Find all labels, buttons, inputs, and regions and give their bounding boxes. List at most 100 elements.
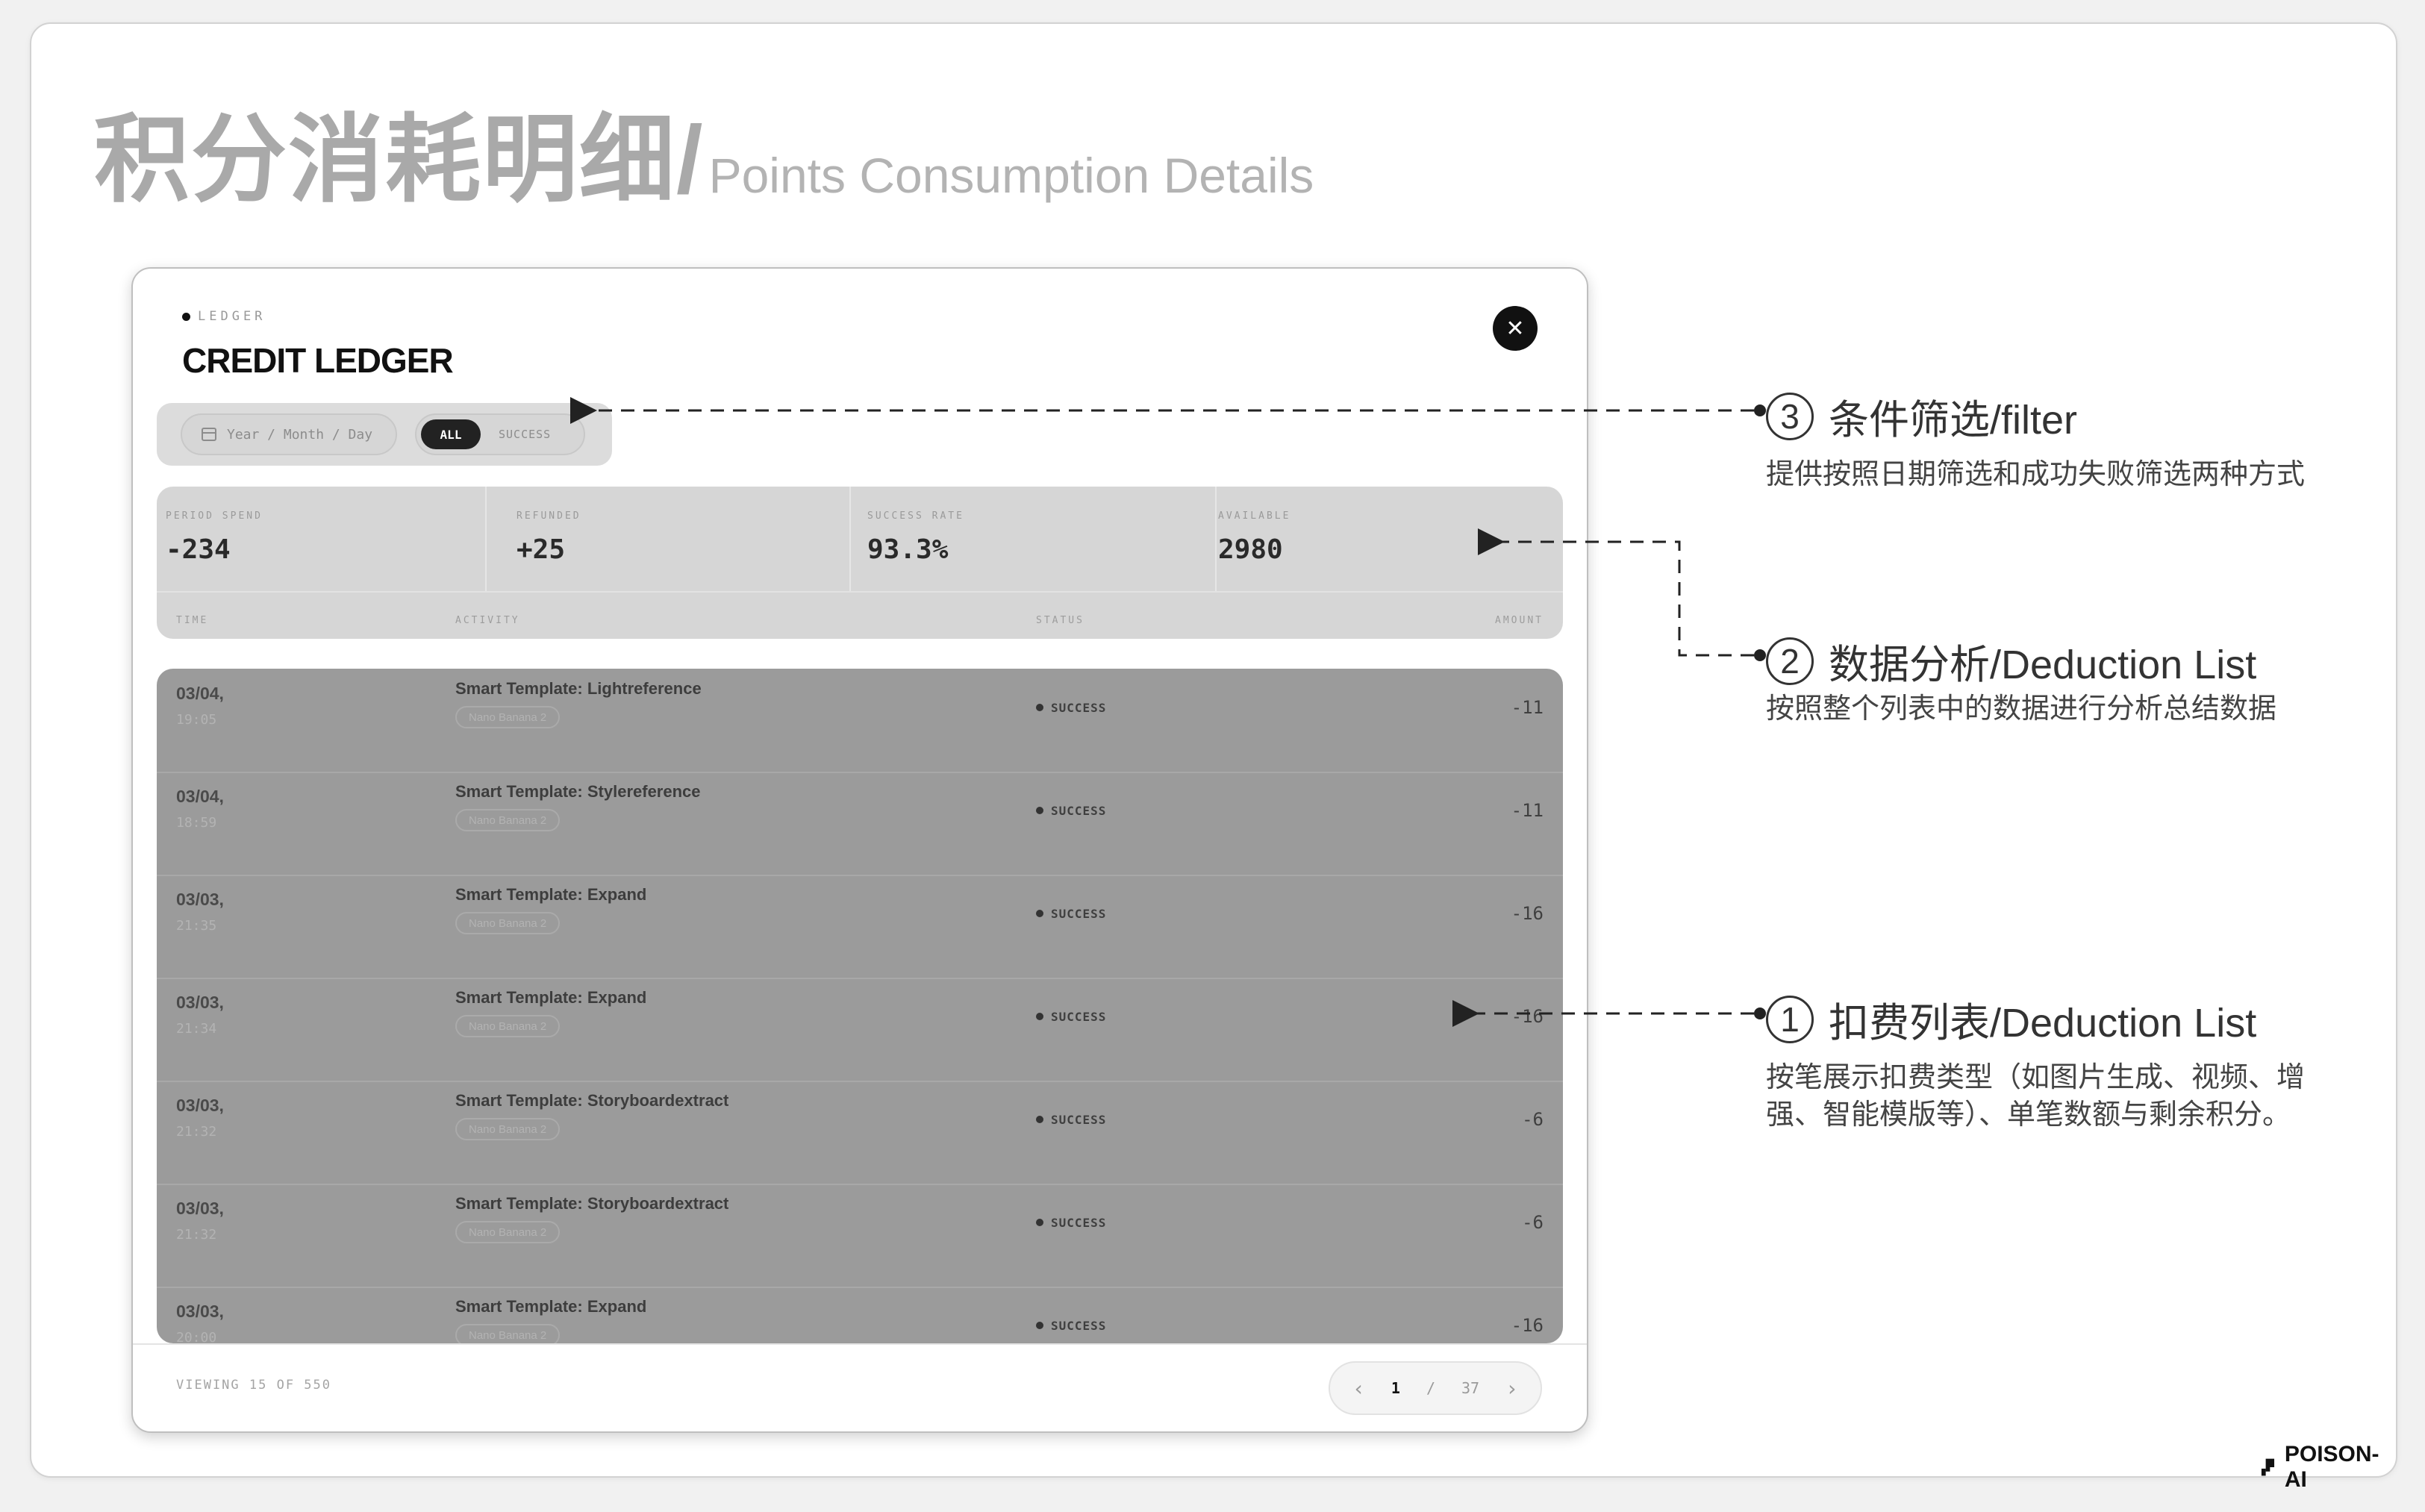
stat-label: AVAILABLE [1218,510,1291,522]
row-amount: -16 [1511,1315,1544,1336]
column-header-status: STATUS [1036,615,1084,626]
stat-value: 93.3% [867,534,949,565]
row-date: 03/04, [176,684,224,703]
row-status-label: SUCCESS [1051,803,1107,818]
row-activity: Smart Template: Expand [455,988,647,1007]
row-time: 21:35 [176,918,217,934]
connector-dot-filter [1754,404,1766,416]
stat-value: -234 [166,534,231,565]
row-date: 03/03, [176,1302,224,1321]
pagination: ‹ 1 / 37 › [1329,1361,1542,1415]
row-model-tag: Nano Banana 2 [455,706,561,728]
row-status: SUCCESS [1036,1287,1106,1343]
deduction-list: 03/04, 19:05 Smart Template: Lightrefere… [157,669,1563,1343]
annotation-number: 2 [1766,637,1814,685]
row-time: 20:00 [176,1330,217,1343]
page-title-en: Points Consumption Details [708,148,1314,203]
table-row[interactable]: 03/03, 21:32 Smart Template: Storyboarde… [157,1081,1563,1185]
stats-separator [157,591,1563,593]
eyebrow: LEDGER [182,309,266,324]
row-amount: -16 [1511,1006,1544,1027]
modal-title: CREDIT LEDGER [182,341,454,380]
column-header-amount: AMOUNT [1495,615,1544,626]
table-row[interactable]: 03/04, 19:05 Smart Template: Lightrefere… [157,669,1563,773]
row-time: 21:32 [176,1227,217,1243]
status-toggle: ALL SUCCESS [415,413,585,455]
status-dot-icon [1036,807,1043,814]
modal-footer: VIEWING 15 OF 550 ‹ 1 / 37 › [133,1343,1587,1431]
stat-success-rate: SUCCESS RATE 93.3% [858,487,1209,591]
row-amount: -6 [1522,1212,1544,1233]
connector-dot-list [1754,1008,1766,1019]
page-current: 1 [1391,1379,1400,1397]
status-dot-icon [1036,1013,1043,1020]
stat-divider [849,487,851,591]
row-amount: -11 [1511,697,1544,718]
stat-available: AVAILABLE 2980 [1209,487,1560,591]
row-amount: -11 [1511,800,1544,821]
stat-label: REFUNDED [516,510,581,522]
prev-page-icon[interactable]: ‹ [1352,1376,1365,1401]
credit-ledger-modal: LEDGER CREDIT LEDGER ✕ Year / Month / Da… [131,267,1588,1433]
close-icon: ✕ [1505,316,1525,341]
status-all-button[interactable]: ALL [421,419,481,449]
status-success-button[interactable]: SUCCESS [499,419,551,449]
table-row[interactable]: 03/03, 20:00 Smart Template: Expand Nano… [157,1287,1563,1343]
calendar-icon [202,428,216,441]
status-dot-icon [1036,1219,1043,1226]
row-activity: Smart Template: Lightreference [455,679,702,698]
table-row[interactable]: 03/03, 21:35 Smart Template: Expand Nano… [157,875,1563,979]
row-date: 03/03, [176,993,224,1012]
status-dot-icon [1036,1322,1043,1329]
row-model-tag: Nano Banana 2 [455,1324,561,1343]
row-status-label: SUCCESS [1051,1215,1107,1230]
annotation-title: 扣费列表/Deduction List [1829,1001,2257,1046]
row-activity: Smart Template: Storyboardextract [455,1194,729,1213]
row-model-tag: Nano Banana 2 [455,1221,561,1243]
table-row[interactable]: 03/03, 21:34 Smart Template: Expand Nano… [157,978,1563,1082]
page-separator: / [1426,1379,1435,1397]
row-status-label: SUCCESS [1051,700,1107,715]
row-model-tag: Nano Banana 2 [455,1015,561,1037]
row-date: 03/04, [176,787,224,806]
row-model-tag: Nano Banana 2 [455,809,561,831]
filter-bar: Year / Month / Day ALL SUCCESS [157,403,612,466]
row-date: 03/03, [176,1096,224,1115]
row-status: SUCCESS [1036,1081,1106,1158]
stat-value: +25 [516,534,566,565]
row-activity: Smart Template: Storyboardextract [455,1091,729,1110]
connector-dot-stats [1754,649,1766,661]
date-placeholder: Year / Month / Day [227,426,373,443]
column-header-activity: ACTIVITY [455,615,520,626]
row-time: 21:34 [176,1021,217,1037]
eyebrow-dot-icon [182,312,190,321]
stats-panel: PERIOD SPEND -234 REFUNDED +25 SUCCESS R… [157,487,1563,639]
annotation-description: 提供按照日期筛选和成功失败筛选两种方式 [1766,459,2306,490]
close-button[interactable]: ✕ [1493,306,1538,351]
stat-label: PERIOD SPEND [166,510,263,522]
row-time: 21:32 [176,1124,217,1140]
annotation-title: 条件筛选/filter [1829,398,2078,443]
status-dot-icon [1036,910,1043,917]
row-status: SUCCESS [1036,875,1106,952]
page-title: 积分消耗明细/Points Consumption Details [94,82,1314,220]
row-date: 03/03, [176,890,224,909]
table-row[interactable]: 03/03, 21:32 Smart Template: Storyboarde… [157,1184,1563,1288]
row-amount: -6 [1522,1109,1544,1130]
brand-name: POISON-AI [2284,1442,2379,1492]
eyebrow-label: LEDGER [198,309,266,324]
stat-divider [485,487,487,591]
annotation-stats: 2 数据分析/Deduction List 按照整个列表中的数据进行分析总结数据 [1766,631,2333,728]
annotation-description: 按照整个列表中的数据进行分析总结数据 [1766,693,2277,725]
date-filter-input[interactable]: Year / Month / Day [181,413,397,455]
slide-frame: 积分消耗明细/Points Consumption Details LEDGER… [30,22,2397,1492]
next-page-icon[interactable]: › [1505,1376,1518,1401]
row-status-label: SUCCESS [1051,1318,1107,1333]
stat-value: 2980 [1218,534,1283,565]
stat-period-spend: PERIOD SPEND -234 [157,487,508,591]
annotation-list: 1 扣费列表/Deduction List 按笔展示扣费类型（如图片生成、视频、… [1766,990,2333,1134]
annotation-number: 3 [1766,392,1814,440]
row-time: 18:59 [176,815,217,831]
row-status: SUCCESS [1036,669,1106,746]
table-row[interactable]: 03/04, 18:59 Smart Template: Stylerefere… [157,772,1563,876]
